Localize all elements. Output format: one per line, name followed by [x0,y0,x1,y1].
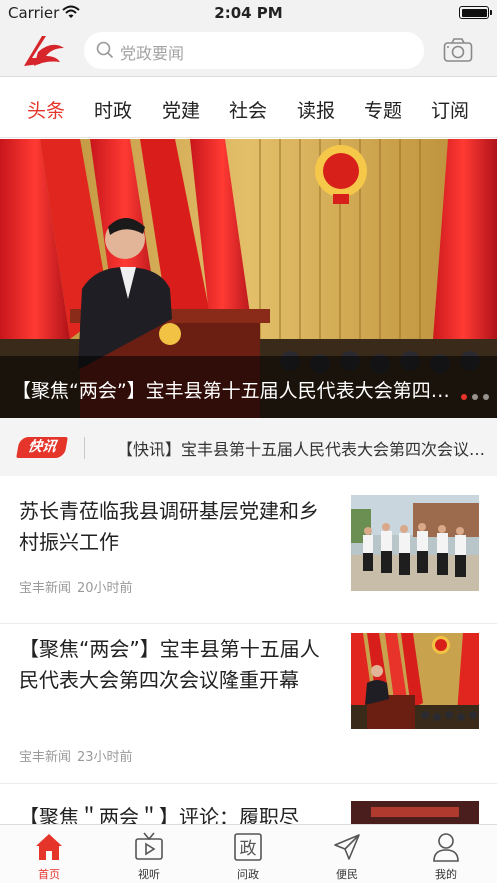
news-thumbnail[interactable] [351,801,479,824]
tabbar-bianmin[interactable]: 便民 [312,831,382,882]
news-time: 23小时前 [77,750,133,765]
carousel-indicator [456,385,489,404]
tab-toutiao[interactable]: 头条 [16,96,76,123]
status-bar: Carrier 2:04 PM [0,0,497,26]
category-tabs: 头条 时政 党建 社会 读报 专题 订阅 [0,78,497,138]
flash-news-ticker[interactable]: 快讯 【快讯】宝丰县第十五届人民代表大会第四次会议隆重开幕 [0,418,497,476]
battery-icon [459,6,489,19]
tabbar-wenzheng[interactable]: 政 问政 [213,831,283,882]
tab-dubao[interactable]: 读报 [286,96,346,123]
tabbar-video[interactable]: 视听 [114,831,184,882]
news-item[interactable]: 苏长青莅临我县调研基层党建和乡村振兴工作 宝丰新闻 20小时前 [0,476,497,624]
news-item[interactable]: 【聚焦“两会”】宝丰县第十五届人民代表大会第四次会议隆重开幕 宝丰新闻 23小时前 [0,624,497,784]
divider [84,437,85,459]
tabbar-label: 问政 [237,868,259,881]
tabbar-profile[interactable]: 我的 [411,831,481,882]
ticker-text[interactable]: 【快讯】宝丰县第十五届人民代表大会第四次会议隆重开幕 [117,436,487,460]
tab-dingyue[interactable]: 订阅 [420,96,480,123]
bottom-tab-bar: 首页 视听 政 问政 便民 我的 [0,824,497,883]
camera-icon[interactable] [443,37,473,67]
tabbar-label: 视听 [138,868,160,881]
tabbar-label: 首页 [38,868,60,881]
news-meta: 宝丰新闻 20小时前 [19,577,133,596]
tab-shizheng[interactable]: 时政 [83,96,143,123]
tabbar-label: 便民 [336,868,358,881]
news-time: 20小时前 [77,581,133,596]
tab-shehui[interactable]: 社会 [218,96,278,123]
news-title[interactable]: 苏长青莅临我县调研基层党建和乡村振兴工作 [19,496,324,558]
tabbar-label: 我的 [435,868,457,881]
app-header: 党政要闻 [0,26,497,77]
zheng-icon: 政 [234,833,262,861]
tv-icon [135,832,163,860]
news-source: 宝丰新闻 [19,581,72,596]
user-icon [433,833,459,862]
app-logo-icon[interactable] [22,34,66,68]
hero-carousel[interactable]: 【聚焦“两会”】宝丰县第十五届人民代表大会第四次会议隆重开幕 [0,139,497,418]
search-placeholder: 党政要闻 [120,44,185,63]
news-title[interactable]: 【聚焦＂两会＂】评论：履职尽 [19,802,324,824]
tabbar-home[interactable]: 首页 [14,831,84,882]
news-thumbnail[interactable] [351,495,479,591]
hero-caption[interactable]: 【聚焦“两会”】宝丰县第十五届人民代表大会第四次会议隆重开幕 [12,376,452,403]
send-icon [334,834,360,860]
search-bar[interactable]: 党政要闻 [84,32,424,69]
news-source: 宝丰新闻 [19,750,72,765]
tab-zhuanti[interactable]: 专题 [353,96,413,123]
news-meta: 宝丰新闻 23小时前 [19,746,133,765]
svg-text:政: 政 [240,839,257,859]
news-thumbnail[interactable] [351,633,479,729]
carousel-dot[interactable] [472,394,478,400]
carousel-dot[interactable] [461,394,467,400]
search-icon [96,41,114,63]
news-item[interactable]: 【聚焦＂两会＂】评论：履职尽 [0,784,497,824]
carousel-dot[interactable] [483,394,489,400]
flash-news-badge: 快讯 [16,437,68,458]
tab-dangjian[interactable]: 党建 [151,96,211,123]
clock: 2:04 PM [214,4,283,22]
news-title[interactable]: 【聚焦“两会”】宝丰县第十五届人民代表大会第四次会议隆重开幕 [19,634,324,696]
home-icon [36,834,62,860]
